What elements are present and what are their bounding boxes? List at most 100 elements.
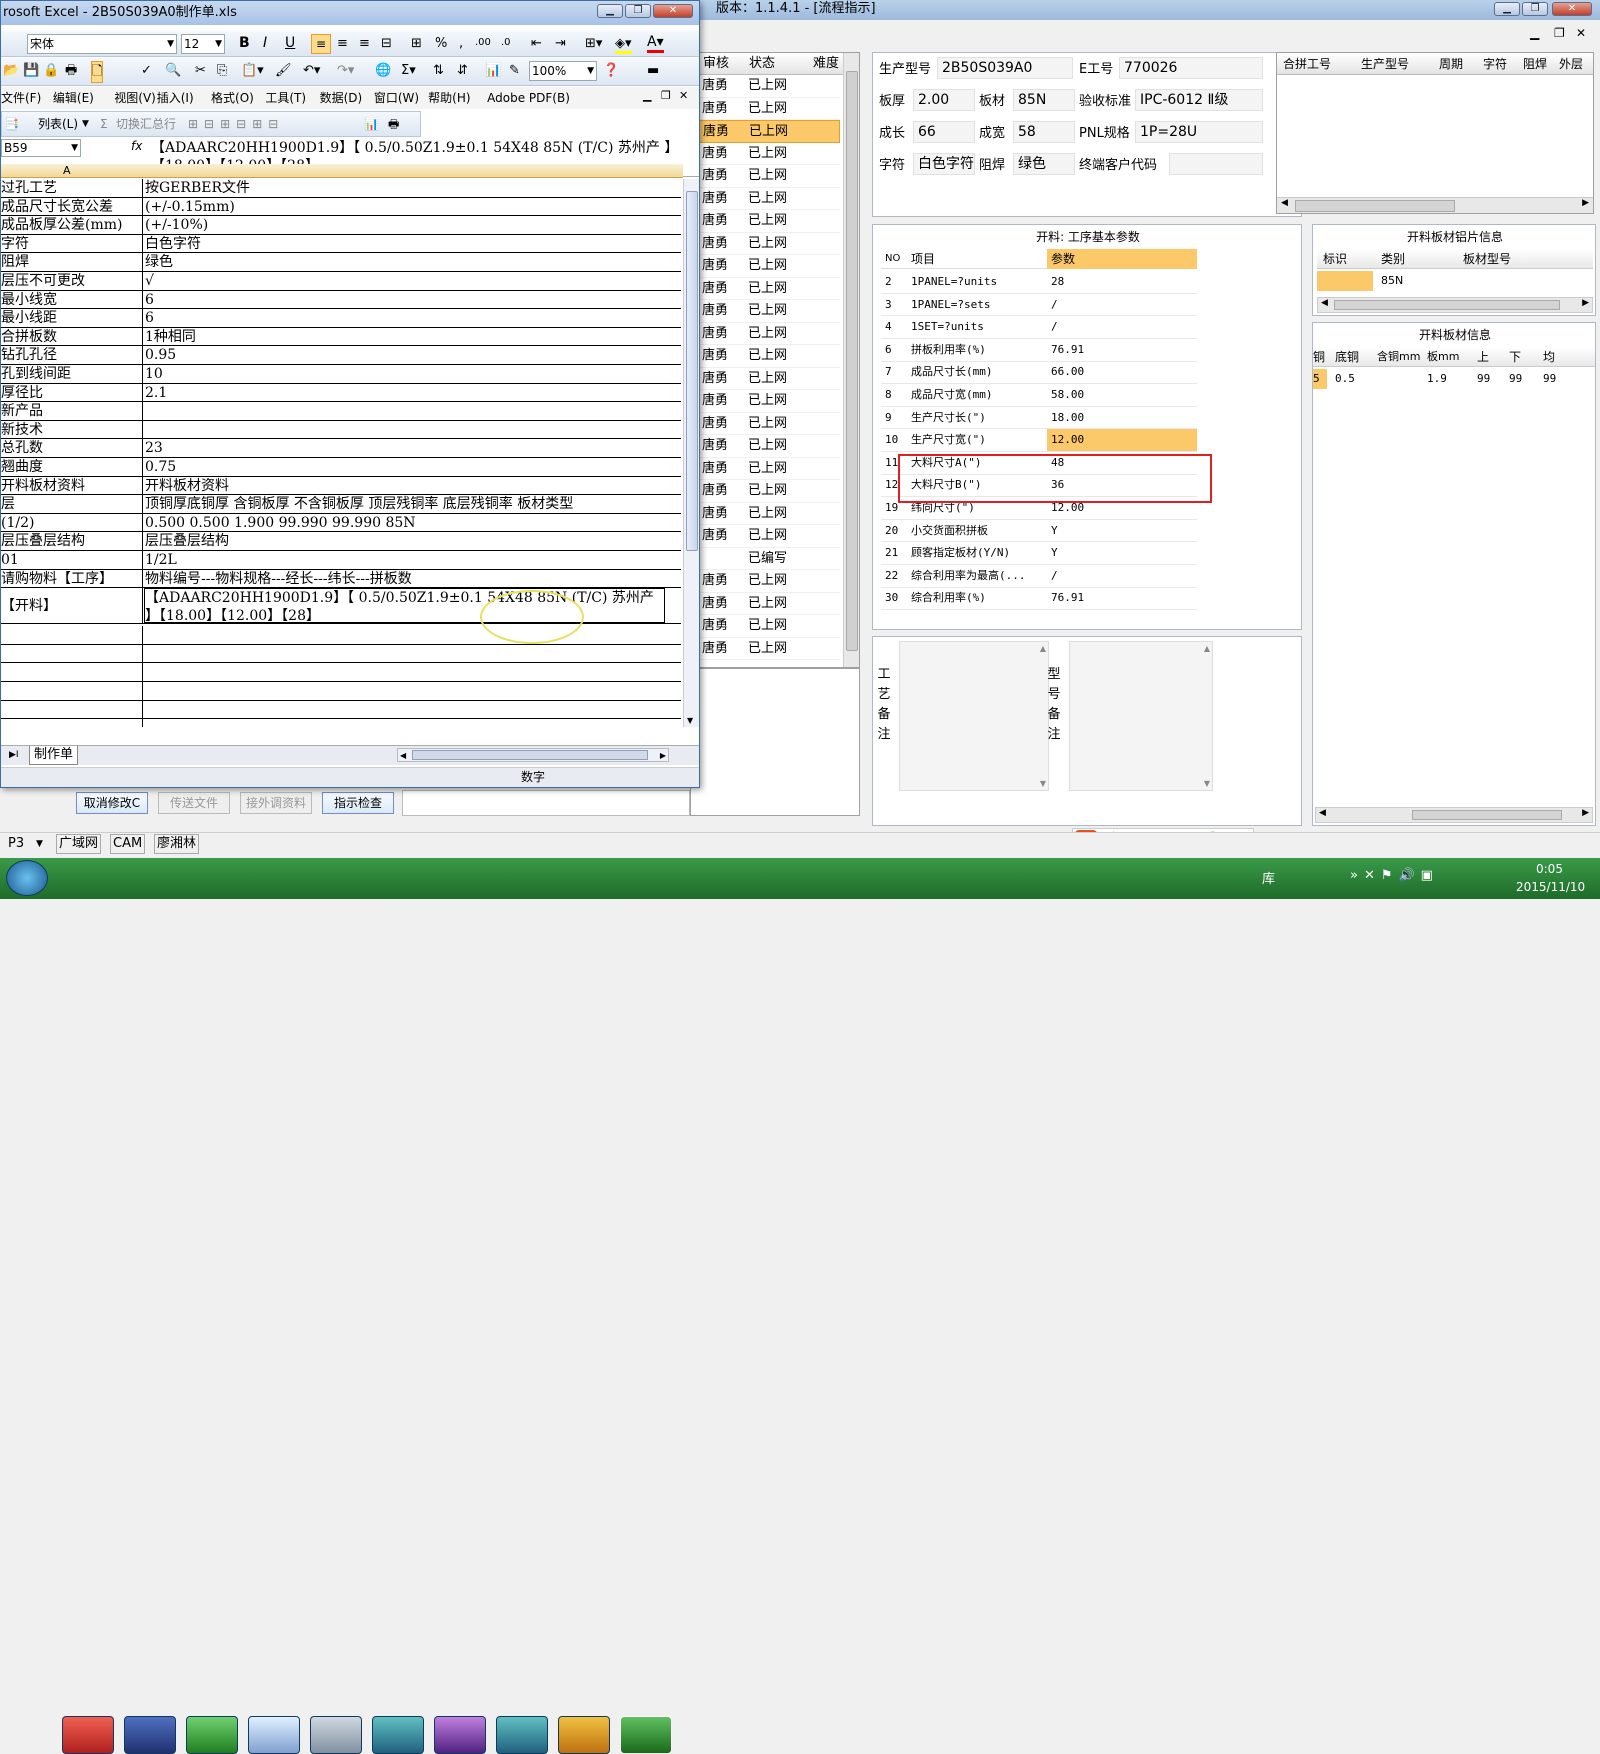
- field-legend[interactable]: 白色字符: [913, 153, 975, 175]
- status-row[interactable]: 唐勇 已上网: [690, 570, 840, 593]
- tab-scroll-icon[interactable]: ▶I: [9, 746, 19, 764]
- drawing-icon[interactable]: ✎: [509, 58, 520, 84]
- cell-b[interactable]: [144, 421, 665, 439]
- send-file-button[interactable]: 传送文件: [158, 792, 230, 814]
- app-minimize-button[interactable]: ▁: [1494, 2, 1520, 16]
- field-standard[interactable]: IPC-6012 Ⅱ级: [1135, 89, 1263, 111]
- excel-vscroll-thumb[interactable]: [686, 191, 698, 551]
- status-row[interactable]: 唐勇 已上网: [690, 143, 840, 165]
- sheet-row[interactable]: 厚径比 2.1: [1, 383, 681, 403]
- sort-asc-icon[interactable]: ⇅: [433, 58, 444, 84]
- increase-indent-icon[interactable]: ⇥: [555, 36, 566, 51]
- cell-b[interactable]: 6: [144, 309, 665, 327]
- toolbar-options-icon[interactable]: ▬: [647, 58, 659, 84]
- header-status[interactable]: 状态: [749, 53, 775, 75]
- params-row[interactable]: 10 生产尺寸宽(") 12.00: [881, 429, 1197, 452]
- sheet-row[interactable]: 字符 白色字符: [1, 234, 681, 254]
- fx-icon[interactable]: fx: [131, 139, 142, 153]
- sheet-row[interactable]: 层压不可更改 √: [1, 272, 681, 291]
- board-col-avg[interactable]: 均: [1543, 347, 1555, 367]
- workbook-restore-button[interactable]: ❐: [661, 89, 671, 102]
- field-model[interactable]: 2B50S039A0: [937, 57, 1073, 79]
- sheet-tab[interactable]: 制作单: [29, 746, 79, 765]
- cell-b[interactable]: 【ADAARC20HH1900D1.9】【 0.5/0.50Z1.9±0.1 5…: [144, 588, 665, 624]
- autosum-icon[interactable]: Σ▾: [401, 58, 416, 84]
- params-row[interactable]: 30 综合利用率(%) 76.91: [881, 587, 1197, 611]
- borders-icon[interactable]: ⊞▾: [585, 36, 602, 51]
- sheet-row[interactable]: 成品板厚公差(mm) (+/-10%): [1, 216, 681, 235]
- board-col-bottom2[interactable]: 下: [1509, 347, 1521, 367]
- sheet-row[interactable]: 新技术: [1, 420, 681, 440]
- column-header-a[interactable]: A: [63, 164, 71, 178]
- cell-a[interactable]: [1, 682, 143, 700]
- board-col-bottom[interactable]: 底铜: [1335, 347, 1359, 367]
- sheet-row-empty[interactable]: [1, 700, 681, 720]
- status-row[interactable]: 唐勇 已上网: [690, 458, 840, 480]
- start-button[interactable]: [6, 860, 48, 896]
- currency-icon[interactable]: ⊞: [411, 36, 422, 51]
- cell-a[interactable]: [1, 626, 143, 644]
- taskbar-app6-icon[interactable]: [372, 1716, 424, 1754]
- cut-icon[interactable]: ✂: [195, 58, 206, 84]
- undo-icon[interactable]: ↶▾: [303, 58, 320, 84]
- format-painter-icon[interactable]: 🖌: [275, 58, 292, 84]
- params-row[interactable]: 3 1PANEL=?sets /: [881, 294, 1197, 317]
- menu-item[interactable]: 视图(V): [114, 87, 156, 109]
- spelling-icon[interactable]: ✓: [141, 58, 152, 84]
- cell-b[interactable]: 0.95: [144, 346, 665, 364]
- params-col-no[interactable]: NO: [885, 249, 900, 269]
- excel-maximize-button[interactable]: ❐: [625, 4, 651, 18]
- taskbar-excel-icon[interactable]: [620, 1716, 672, 1754]
- sheet-row-empty[interactable]: [1, 719, 681, 727]
- cell-a[interactable]: 01: [1, 551, 143, 569]
- status-row[interactable]: 唐勇 已上网: [690, 615, 840, 638]
- research-icon[interactable]: 🔍: [165, 58, 181, 84]
- name-box[interactable]: B59 ▼: [1, 139, 81, 157]
- status-row[interactable]: 唐勇 已上网: [690, 75, 840, 98]
- sort-desc-icon[interactable]: ⇵: [457, 58, 468, 84]
- params-row[interactable]: 9 生产尺寸长(") 18.00: [881, 407, 1197, 430]
- taskbar-save-icon[interactable]: [124, 1716, 176, 1754]
- toggle-total-row[interactable]: 切换汇总行: [116, 112, 176, 136]
- sheet-row[interactable]: 翘曲度 0.75: [1, 458, 681, 477]
- cell-b[interactable]: 白色字符: [144, 235, 665, 253]
- app-maximize-button[interactable]: ❐: [1522, 2, 1548, 16]
- status-row[interactable]: 唐勇 已上网: [690, 593, 840, 615]
- list-tool-icons[interactable]: ⊞⊟⊞⊟⊞⊟: [188, 112, 284, 136]
- status-row[interactable]: 唐勇 已上网: [690, 368, 840, 390]
- cell-a[interactable]: 层压不可更改: [1, 272, 143, 290]
- copy-icon[interactable]: ⎘: [217, 58, 227, 84]
- cell-b[interactable]: 层压叠层结构: [144, 532, 665, 550]
- menu-item[interactable]: 工具(T): [265, 87, 306, 109]
- status-row[interactable]: 唐勇 已上网: [690, 210, 840, 233]
- cell-a[interactable]: 过孔工艺: [1, 179, 143, 197]
- cell-a[interactable]: [1, 663, 143, 681]
- save-icon[interactable]: 💾: [23, 58, 39, 84]
- status-row[interactable]: 唐勇 已上网: [690, 323, 840, 345]
- cell-b[interactable]: 物料编号---物料规格---经长---纬长---拼板数: [144, 570, 665, 588]
- field-solder-mask[interactable]: 绿色: [1013, 153, 1075, 175]
- status-row[interactable]: 唐勇 已上网: [690, 255, 840, 278]
- field-customer-code[interactable]: [1169, 153, 1263, 175]
- cell-a[interactable]: 请购物料【工序】: [1, 569, 143, 588]
- list-menu[interactable]: 列表(L): [38, 112, 78, 136]
- cell-a[interactable]: 最小线宽: [1, 290, 143, 309]
- external-data-button[interactable]: 接外调资料: [240, 792, 312, 814]
- status-scroll-thumb[interactable]: [846, 71, 858, 651]
- field-e-number[interactable]: 770026: [1119, 57, 1263, 79]
- taskbar-app3-icon[interactable]: [186, 1716, 238, 1754]
- excel-vscroll[interactable]: ▼: [683, 179, 699, 727]
- merge-col-mask[interactable]: 阻焊: [1523, 53, 1547, 75]
- params-row[interactable]: 4 1SET=?units /: [881, 316, 1197, 339]
- help-icon[interactable]: ❓: [603, 58, 619, 84]
- cell-a[interactable]: 成品尺寸长宽公差: [1, 197, 143, 216]
- status-row[interactable]: 唐勇 已上网: [690, 480, 840, 503]
- cell-a[interactable]: 【开料】: [1, 588, 143, 624]
- sheet-row-empty[interactable]: [1, 644, 681, 664]
- sheet-info-row[interactable]: 85N: [1317, 271, 1593, 291]
- field-material[interactable]: 85N: [1013, 89, 1075, 111]
- align-left-icon[interactable]: ≡: [311, 34, 331, 54]
- toggle-total-icon[interactable]: Σ: [100, 112, 108, 136]
- sheet-row[interactable]: 请购物料【工序】 物料编号---物料规格---经长---纬长---拼板数: [1, 569, 681, 589]
- field-length[interactable]: 66: [913, 121, 975, 143]
